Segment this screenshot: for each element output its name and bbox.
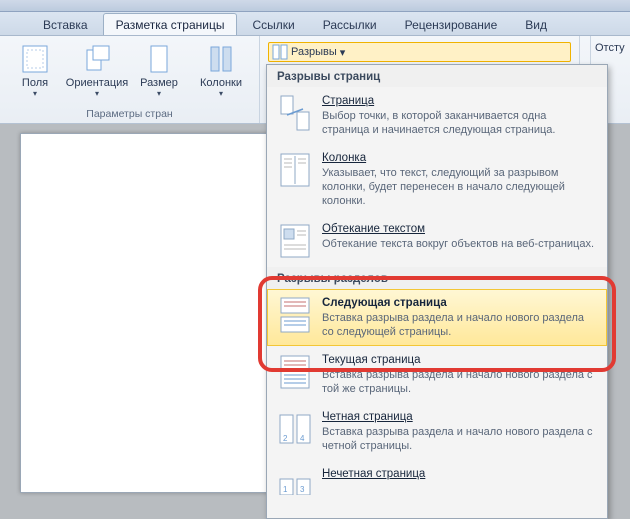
size-label: Размер [140, 77, 178, 89]
break-even-page-item[interactable]: 24 Четная страница Вставка разрыва разде… [267, 403, 607, 460]
svg-text:2: 2 [283, 434, 288, 443]
continuous-break-icon [278, 353, 312, 391]
break-column-title: Колонка [322, 152, 596, 164]
next-page-break-icon [278, 296, 312, 334]
break-page-title: Страница [322, 95, 596, 107]
break-next-page-item[interactable]: Следующая страница Вставка разрыва разде… [267, 289, 607, 346]
margins-icon [19, 43, 51, 75]
margins-label: Поля [22, 77, 48, 89]
odd-page-break-icon: 13 [278, 467, 312, 505]
tab-page-layout[interactable]: Разметка страницы [103, 13, 238, 35]
column-break-icon [278, 151, 312, 189]
break-column-item[interactable]: Колонка Указывает, что текст, следующий … [267, 144, 607, 215]
svg-text:3: 3 [300, 485, 305, 494]
svg-text:1: 1 [283, 485, 288, 494]
window-titlebar [0, 0, 630, 12]
break-next-page-desc: Вставка разрыва раздела и начало нового … [322, 311, 596, 339]
even-page-break-icon: 24 [278, 410, 312, 448]
columns-button[interactable]: Колонки ▾ [192, 40, 250, 106]
columns-label: Колонки [200, 77, 242, 89]
break-textwrap-item[interactable]: Обтекание текстом Обтекание текста вокру… [267, 215, 607, 267]
tab-view[interactable]: Вид [512, 13, 560, 35]
caret-icon: ▾ [340, 46, 346, 59]
size-icon [143, 43, 175, 75]
columns-icon [205, 43, 237, 75]
tab-review[interactable]: Рецензирование [392, 13, 511, 35]
break-odd-page-title: Нечетная страница [322, 468, 596, 480]
break-continuous-item[interactable]: Текущая страница Вставка разрыва раздела… [267, 346, 607, 403]
break-page-item[interactable]: Страница Выбор точки, в которой заканчив… [267, 87, 607, 144]
breaks-dropdown: Разрывы страниц Страница Выбор точки, в … [266, 64, 608, 519]
break-textwrap-title: Обтекание текстом [322, 223, 596, 235]
break-continuous-title: Текущая страница [322, 354, 596, 366]
size-button[interactable]: Размер ▾ [130, 40, 188, 106]
break-even-page-desc: Вставка разрыва раздела и начало нового … [322, 425, 596, 453]
breaks-label: Разрывы [291, 46, 337, 58]
page-break-icon [278, 94, 312, 132]
ribbon-tabs: Вставка Разметка страницы Ссылки Рассылк… [0, 12, 630, 36]
document-canvas[interactable] [20, 133, 275, 493]
tab-mailings[interactable]: Рассылки [310, 13, 390, 35]
svg-text:4: 4 [300, 434, 305, 443]
caret-icon: ▾ [95, 89, 99, 98]
dropdown-header-page-breaks: Разрывы страниц [267, 65, 607, 87]
breaks-icon [272, 44, 288, 60]
break-continuous-desc: Вставка разрыва раздела и начало нового … [322, 368, 596, 396]
dropdown-header-section-breaks: Разрывы разделов [267, 267, 607, 289]
orientation-button[interactable]: Ориентация ▾ [68, 40, 126, 106]
break-even-page-title: Четная страница [322, 411, 596, 423]
break-column-desc: Указывает, что текст, следующий за разры… [322, 166, 596, 208]
break-page-desc: Выбор точки, в которой заканчивается одн… [322, 109, 596, 137]
tab-references[interactable]: Ссылки [239, 13, 307, 35]
caret-icon: ▾ [157, 89, 161, 98]
group-page-setup-caption: Параметры стран [6, 106, 253, 121]
tab-insert[interactable]: Вставка [30, 13, 101, 35]
break-odd-page-item[interactable]: 13 Нечетная страница [267, 460, 607, 512]
break-textwrap-desc: Обтекание текста вокруг объектов на веб-… [322, 237, 596, 251]
orientation-label: Ориентация [66, 77, 128, 89]
orientation-icon [81, 43, 113, 75]
margins-button[interactable]: Поля ▾ [6, 40, 64, 106]
caret-icon: ▾ [33, 89, 37, 98]
breaks-button[interactable]: Разрывы ▾ [268, 42, 571, 62]
break-next-page-title: Следующая страница [322, 297, 596, 309]
textwrap-break-icon [278, 222, 312, 260]
caret-icon: ▾ [219, 89, 223, 98]
